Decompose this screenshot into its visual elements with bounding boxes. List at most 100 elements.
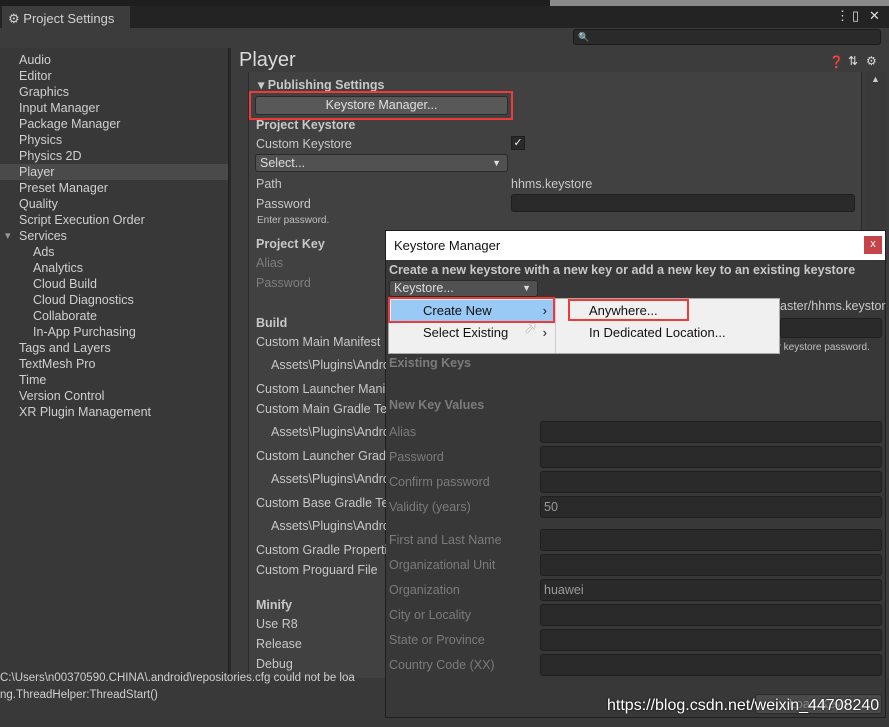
- sidebar-item-label: Graphics: [19, 85, 70, 99]
- sidebar-item[interactable]: Editor: [19, 68, 228, 84]
- sidebar-item-label: Quality: [19, 197, 58, 211]
- field-input[interactable]: [540, 654, 882, 676]
- sidebar-item[interactable]: Graphics: [19, 84, 228, 100]
- sidebar-item[interactable]: In-App Purchasing: [33, 324, 242, 340]
- sidebar-item-label: Physics: [19, 133, 63, 147]
- field-input[interactable]: [540, 554, 882, 576]
- presets-icon[interactable]: ⇅: [848, 54, 858, 68]
- password-input[interactable]: [511, 194, 855, 212]
- section-heading: Project Keystore: [256, 118, 356, 132]
- more-icon[interactable]: ⋮: [836, 8, 849, 24]
- field-label: First and Last Name: [389, 533, 502, 547]
- build-setting-label: Custom Launcher Mani: [256, 382, 386, 396]
- menu-item-dedicated-location[interactable]: In Dedicated Location...: [589, 322, 726, 344]
- field-input[interactable]: huawei: [540, 579, 882, 601]
- sidebar-item[interactable]: XR Plugin Management: [19, 404, 228, 420]
- sidebar-item[interactable]: Physics: [19, 132, 228, 148]
- sidebar-item[interactable]: Cloud Diagnostics: [33, 292, 242, 308]
- sidebar-item-label: Audio: [19, 53, 51, 67]
- sidebar-item[interactable]: Ads: [33, 244, 242, 260]
- settings-icon[interactable]: ⚙: [866, 54, 877, 68]
- field-input[interactable]: [540, 629, 882, 651]
- search-icon: 🔍: [578, 32, 590, 42]
- field-label: Confirm password: [389, 475, 490, 489]
- path-label: Path: [256, 177, 282, 191]
- annotation-box: [568, 299, 689, 321]
- field-label: Organizational Unit: [389, 558, 496, 572]
- field-label: Validity (years): [389, 500, 471, 514]
- minify-setting-label: Release: [256, 637, 302, 651]
- sidebar-item[interactable]: Player: [0, 164, 228, 180]
- sidebar-item[interactable]: Collaborate: [33, 308, 242, 324]
- keystore-path: aster/hhms.keystor: [780, 299, 886, 313]
- sidebar-item[interactable]: Audio: [19, 52, 228, 68]
- sidebar-item[interactable]: ▾ Services: [5, 228, 228, 244]
- tab-bar: [0, 6, 889, 28]
- field-input[interactable]: [540, 421, 882, 443]
- sidebar-item-label: In-App Purchasing: [33, 325, 136, 339]
- sidebar-item[interactable]: Physics 2D: [19, 148, 228, 164]
- console-line[interactable]: ng.ThreadHelper:ThreadStart(): [0, 689, 158, 701]
- mouse-cursor-icon: ➚: [524, 320, 538, 337]
- section-heading: Existing Keys: [389, 356, 471, 370]
- minify-setting-label: Use R8: [256, 617, 298, 631]
- build-setting-label: Custom Base Gradle Te: [256, 496, 386, 510]
- path-value: hhms.keystore: [511, 177, 593, 191]
- field-label: Organization: [389, 583, 460, 597]
- minify-setting-label: Debug: [256, 657, 293, 671]
- sidebar-item-label: Collaborate: [33, 309, 97, 323]
- field-input[interactable]: [540, 604, 882, 626]
- build-setting-label: Assets\Plugins\Andro: [271, 425, 386, 439]
- sidebar-item[interactable]: Analytics: [33, 260, 242, 276]
- build-setting-label: Custom Launcher Grad: [256, 449, 386, 463]
- sidebar-item[interactable]: Tags and Layers: [19, 340, 228, 356]
- section-heading: New Key Values: [389, 398, 485, 412]
- sidebar-item-label: Input Manager: [19, 101, 100, 115]
- sidebar-item-label: Services: [19, 229, 67, 243]
- sidebar-item[interactable]: Quality: [19, 196, 228, 212]
- sidebar-item[interactable]: Cloud Build: [33, 276, 242, 292]
- help-icon[interactable]: ❓: [829, 55, 844, 69]
- sidebar-item[interactable]: Package Manager: [19, 116, 228, 132]
- maximize-icon[interactable]: ▯: [852, 8, 859, 24]
- chevron-down-icon: ▼: [492, 158, 501, 168]
- field-input[interactable]: [540, 446, 882, 468]
- sidebar-item[interactable]: Script Execution Order: [19, 212, 228, 228]
- console-line[interactable]: C:\Users\n00370590.CHINA\.android\reposi…: [0, 672, 355, 684]
- publishing-settings-foldout[interactable]: ▾ Publishing Settings: [258, 77, 384, 92]
- sidebar-item-label: Analytics: [33, 261, 84, 275]
- chevron-right-icon: ›: [542, 325, 547, 340]
- expand-arrow-icon[interactable]: ▾: [5, 228, 11, 244]
- password-hint: Enter password.: [257, 215, 330, 226]
- build-setting-label: Custom Main Gradle Te: [256, 402, 386, 416]
- field-label: State or Province: [389, 633, 485, 647]
- keystore-select-dropdown[interactable]: Select... ▼: [255, 154, 508, 172]
- watermark: https://blog.csdn.net/weixin_44708240: [607, 697, 880, 714]
- sidebar-item-label: Time: [19, 373, 47, 387]
- sidebar-item-label: TextMesh Pro: [19, 357, 96, 371]
- custom-keystore-checkbox[interactable]: ✓: [511, 136, 525, 150]
- tab-project-settings[interactable]: ⚙ Project Settings: [2, 6, 130, 28]
- field-label: Password: [389, 450, 444, 464]
- keystore-password-input[interactable]: [780, 318, 882, 338]
- field-input[interactable]: [540, 471, 882, 493]
- search-input[interactable]: 🔍: [573, 29, 881, 45]
- sidebar-item[interactable]: Preset Manager: [19, 180, 228, 196]
- sidebar-item[interactable]: Time: [19, 372, 228, 388]
- chevron-down-icon: ▼: [522, 283, 531, 293]
- close-icon[interactable]: ✕: [869, 8, 880, 24]
- sidebar-item-label: Physics 2D: [19, 149, 82, 163]
- field-input[interactable]: 50: [540, 496, 882, 518]
- field-input[interactable]: [540, 529, 882, 551]
- build-setting-label: Custom Gradle Properti: [256, 543, 386, 557]
- sidebar-item[interactable]: Version Control: [19, 388, 228, 404]
- key-password-label: Password: [256, 276, 311, 290]
- dialog-close-button[interactable]: x: [864, 236, 882, 254]
- sidebar-item-label: Cloud Build: [33, 277, 97, 291]
- section-heading: Project Key: [256, 237, 325, 251]
- sidebar-item[interactable]: TextMesh Pro: [19, 356, 228, 372]
- field-label: City or Locality: [389, 608, 471, 622]
- sidebar-item[interactable]: Input Manager: [19, 100, 228, 116]
- section-heading: Minify: [256, 598, 293, 612]
- keystore-dropdown[interactable]: Keystore... ▼: [389, 280, 538, 297]
